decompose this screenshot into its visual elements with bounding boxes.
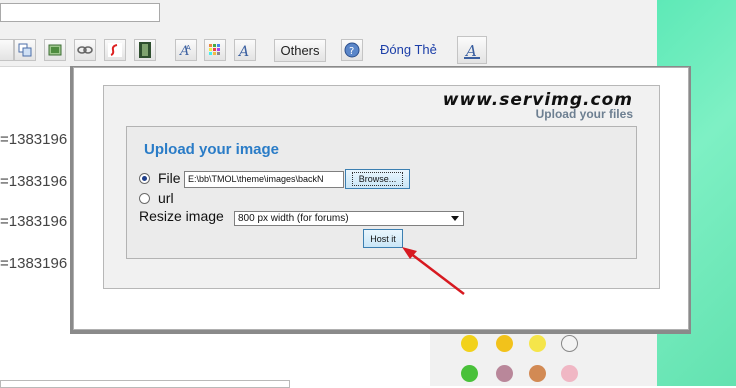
toolbar-edge-button[interactable]	[0, 39, 14, 61]
resize-label: Resize image	[139, 208, 224, 224]
servimg-logo: www.servimg.com Upload your files	[443, 92, 633, 122]
color-palette-icon[interactable]	[204, 39, 226, 61]
smiley-sad-icon[interactable]	[561, 335, 578, 352]
editor-toolbar: AA A Others ? Đóng Thẻ A	[0, 36, 657, 66]
editor-text-line: =1383196	[0, 131, 68, 148]
dropdown-arrow-icon	[451, 216, 459, 221]
resize-select[interactable]: 800 px width (for forums)	[234, 211, 464, 226]
help-icon[interactable]: ?	[341, 39, 363, 61]
bottom-input[interactable]	[0, 380, 290, 388]
upload-frame: www.servimg.com Upload your files Upload…	[103, 85, 660, 289]
file-radio[interactable]	[139, 173, 150, 184]
upload-form: Upload your image File E:\bb\TMOL\theme\…	[126, 126, 637, 259]
smiley-laugh-icon[interactable]	[496, 335, 513, 352]
editor-text-line: =1383196	[0, 255, 68, 272]
image-gallery-icon[interactable]	[14, 39, 36, 61]
font-style-icon[interactable]: A	[234, 39, 256, 61]
smiley-rabbit-icon[interactable]	[496, 365, 513, 382]
upload-dialog: www.servimg.com Upload your files Upload…	[73, 67, 689, 330]
file-path-input[interactable]: E:\bb\TMOL\theme\images\backN	[184, 171, 344, 188]
smiley-shocked-icon[interactable]	[529, 365, 546, 382]
browse-button[interactable]: Browse...	[345, 169, 410, 189]
smiley-happy-icon[interactable]	[461, 335, 478, 352]
editor-text-line: =1383196	[0, 173, 68, 190]
svg-text:?: ?	[349, 46, 354, 57]
upload-title: Upload your image	[144, 141, 280, 158]
image-icon[interactable]	[44, 39, 66, 61]
flash-icon[interactable]	[104, 39, 126, 61]
close-tags-link[interactable]: Đóng Thẻ	[380, 42, 437, 57]
video-icon[interactable]	[134, 39, 156, 61]
smiley-surprised-icon[interactable]	[529, 335, 546, 352]
svg-text:A: A	[186, 45, 191, 52]
remove-format-icon[interactable]: A	[457, 36, 487, 64]
resize-selected-value: 800 px width (for forums)	[238, 213, 349, 224]
others-button[interactable]: Others	[274, 39, 326, 62]
file-label: File	[158, 170, 181, 186]
browse-label: Browse...	[351, 172, 404, 186]
smiley-pig-icon[interactable]	[561, 365, 578, 382]
url-radio[interactable]	[139, 193, 150, 204]
link-icon[interactable]	[74, 39, 96, 61]
subject-input[interactable]	[0, 3, 160, 22]
editor-text-line: =1383196	[0, 213, 68, 230]
font-face-icon[interactable]: AA	[175, 39, 197, 61]
svg-text:A: A	[237, 44, 249, 58]
host-it-button[interactable]: Host it	[363, 229, 403, 248]
smiley-alien-icon[interactable]	[461, 365, 478, 382]
url-label: url	[158, 190, 174, 206]
